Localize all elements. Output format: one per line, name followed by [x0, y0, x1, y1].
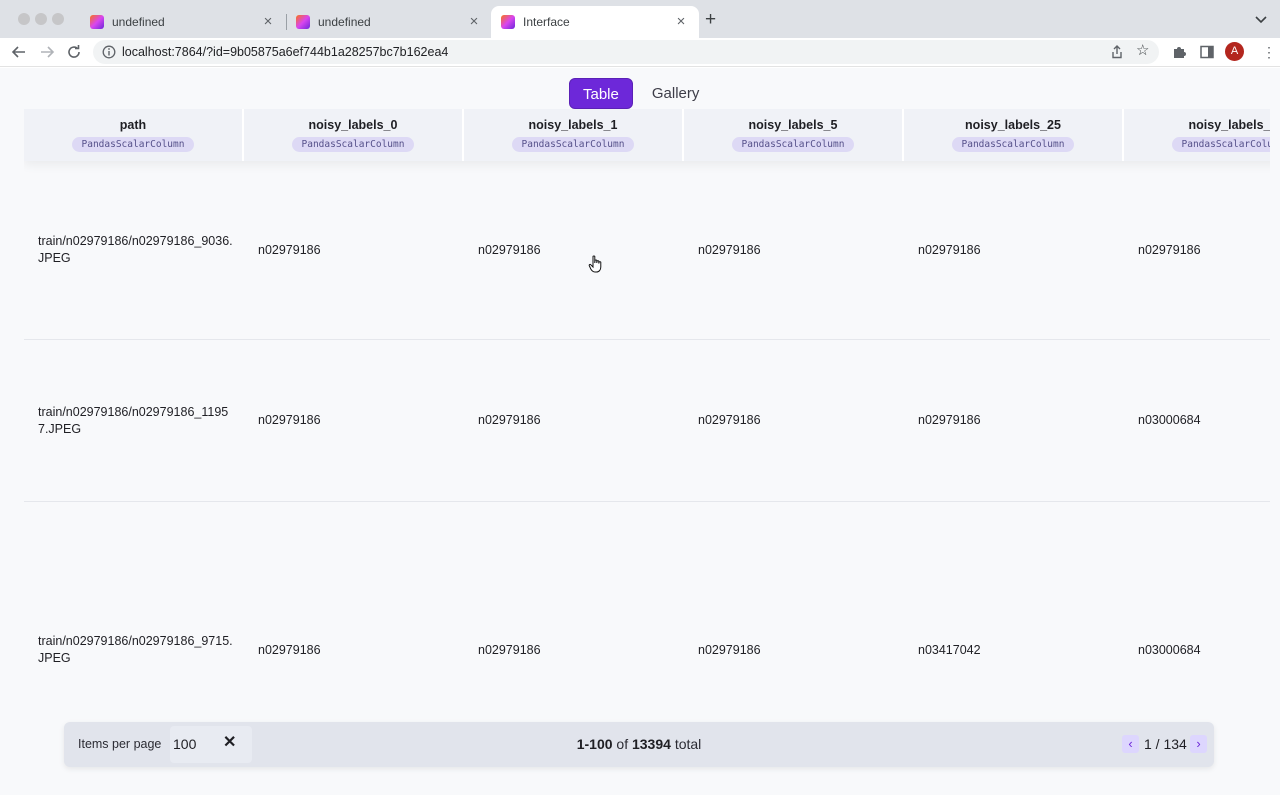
- column-name: noisy_labels_5: [748, 118, 838, 132]
- cell-label: n02979186: [918, 413, 981, 427]
- column-type-badge: PandasScalarColumn: [1171, 137, 1270, 152]
- close-tab-icon[interactable]: ×: [673, 14, 689, 30]
- of-text: of: [616, 736, 629, 752]
- column-type-badge: PandasScalarColumn: [291, 137, 415, 152]
- extensions-puzzle-icon[interactable]: [1170, 43, 1188, 61]
- page-indicator: 1 / 134: [1144, 736, 1187, 752]
- hand-pointer-cursor-icon: [588, 255, 602, 273]
- cell-label: n02979186: [698, 642, 761, 657]
- column-type-badge: PandasScalarColumn: [511, 137, 635, 152]
- column-type-badge: PandasScalarColumn: [731, 137, 855, 152]
- cell-label: n02979186: [258, 642, 321, 657]
- chevron-right-icon[interactable]: ›: [1190, 735, 1207, 753]
- cell-label: n02979186: [698, 413, 761, 427]
- column-name: noisy_labels_5: [1188, 118, 1270, 132]
- url-text[interactable]: localhost:7864/?id=9b05875a6ef744b1a2825…: [122, 45, 448, 59]
- cell-label: n02979186: [478, 642, 541, 657]
- window-zoom-dot[interactable]: [52, 13, 64, 25]
- table-row[interactable]: train/n02979186/n02979186_11957.JPEG n02…: [24, 340, 1270, 502]
- bookmark-star-icon[interactable]: ☆: [1136, 42, 1149, 60]
- address-bar[interactable]: localhost:7864/?id=9b05875a6ef744b1a2825…: [93, 40, 1159, 64]
- cell-path: train/n02979186/n02979186_9715.JPEG: [38, 634, 233, 665]
- chevron-down-icon[interactable]: [1252, 10, 1270, 28]
- back-arrow-icon[interactable]: [10, 43, 28, 61]
- view-toggle: Table Gallery: [569, 78, 712, 109]
- tab-title: undefined: [318, 15, 371, 29]
- tab-title: Interface: [523, 15, 570, 29]
- gallery-view-button[interactable]: Gallery: [639, 78, 713, 109]
- cell-path: train/n02979186/n02979186_9036.JPEG: [38, 234, 233, 265]
- column-name: noisy_labels_25: [965, 118, 1061, 132]
- app-favicon-icon: [501, 15, 515, 29]
- row-range: 1-100: [576, 736, 613, 752]
- data-table: path PandasScalarColumn noisy_labels_0 P…: [24, 109, 1270, 759]
- profile-avatar[interactable]: A: [1225, 42, 1244, 61]
- column-type-badge: PandasScalarColumn: [951, 137, 1075, 152]
- window-close-dot[interactable]: [18, 13, 30, 25]
- cell-path: train/n02979186/n02979186_11957.JPEG: [38, 404, 229, 436]
- column-header-noisy-labels-0[interactable]: noisy_labels_0 PandasScalarColumn: [244, 109, 464, 161]
- row-count-summary: 1-100 of 13394 total: [64, 736, 1214, 752]
- column-header-noisy-labels-25[interactable]: noisy_labels_25 PandasScalarColumn: [904, 109, 1124, 161]
- cell-label: n02979186: [478, 242, 541, 257]
- browser-tab-2[interactable]: undefined ×: [286, 6, 492, 38]
- table-header: path PandasScalarColumn noisy_labels_0 P…: [24, 109, 1270, 161]
- column-name: noisy_labels_1: [528, 118, 618, 132]
- browser-toolbar: localhost:7864/?id=9b05875a6ef744b1a2825…: [0, 38, 1280, 67]
- table-row[interactable]: train/n02979186/n02979186_9036.JPEG n029…: [24, 161, 1270, 340]
- column-header-noisy-labels-1[interactable]: noisy_labels_1 PandasScalarColumn: [464, 109, 684, 161]
- side-panel-icon[interactable]: [1198, 43, 1216, 61]
- cell-label: n02979186: [698, 242, 761, 257]
- table-view-button[interactable]: Table: [569, 78, 633, 109]
- browser-tab-bar: undefined × undefined × Interface × +: [0, 0, 1280, 38]
- cell-label: n02979186: [918, 242, 981, 257]
- site-info-icon[interactable]: [102, 45, 116, 59]
- chevron-left-icon[interactable]: ‹: [1122, 735, 1139, 753]
- app-favicon-icon: [90, 15, 104, 29]
- plus-icon[interactable]: +: [705, 10, 716, 30]
- forward-arrow-icon[interactable]: [38, 43, 56, 61]
- cell-label: n03000684: [1138, 642, 1201, 657]
- column-name: path: [119, 118, 147, 132]
- tab-title: undefined: [112, 15, 165, 29]
- browser-tab-3-active[interactable]: Interface ×: [491, 6, 699, 38]
- reload-icon[interactable]: [65, 43, 83, 61]
- column-header-noisy-labels-5[interactable]: noisy_labels_5 PandasScalarColumn: [684, 109, 904, 161]
- pagination-bar: Items per page 100 ✕ 1-100 of 13394 tota…: [64, 722, 1214, 767]
- browser-tab-1[interactable]: undefined ×: [80, 6, 286, 38]
- share-icon[interactable]: [1109, 44, 1125, 60]
- cell-label: n03000684: [1138, 413, 1201, 427]
- column-header-noisy-labels-5-truncated[interactable]: noisy_labels_5 PandasScalarColumn: [1124, 109, 1270, 161]
- column-name: noisy_labels_0: [308, 118, 398, 132]
- app-favicon-icon: [296, 15, 310, 29]
- row-total: 13394: [631, 736, 671, 752]
- cell-label: n03417042: [918, 642, 981, 657]
- cell-label: n02979186: [258, 413, 321, 427]
- browser-menu-icon[interactable]: ⋮: [1262, 43, 1276, 61]
- window-minimize-dot[interactable]: [35, 13, 47, 25]
- table-row[interactable]: train/n02979186/n02979186_9715.JPEG n029…: [24, 502, 1270, 759]
- cell-label: n02979186: [258, 242, 321, 257]
- cell-label: n02979186: [478, 413, 541, 427]
- close-tab-icon[interactable]: ×: [260, 14, 276, 30]
- app-body: Table Gallery path PandasScalarColumn no…: [0, 68, 1280, 795]
- column-header-path[interactable]: path PandasScalarColumn: [24, 109, 244, 161]
- column-type-badge: PandasScalarColumn: [71, 137, 195, 152]
- total-suffix: total: [674, 736, 702, 752]
- close-tab-icon[interactable]: ×: [466, 14, 482, 30]
- cell-label: n02979186: [1138, 242, 1201, 257]
